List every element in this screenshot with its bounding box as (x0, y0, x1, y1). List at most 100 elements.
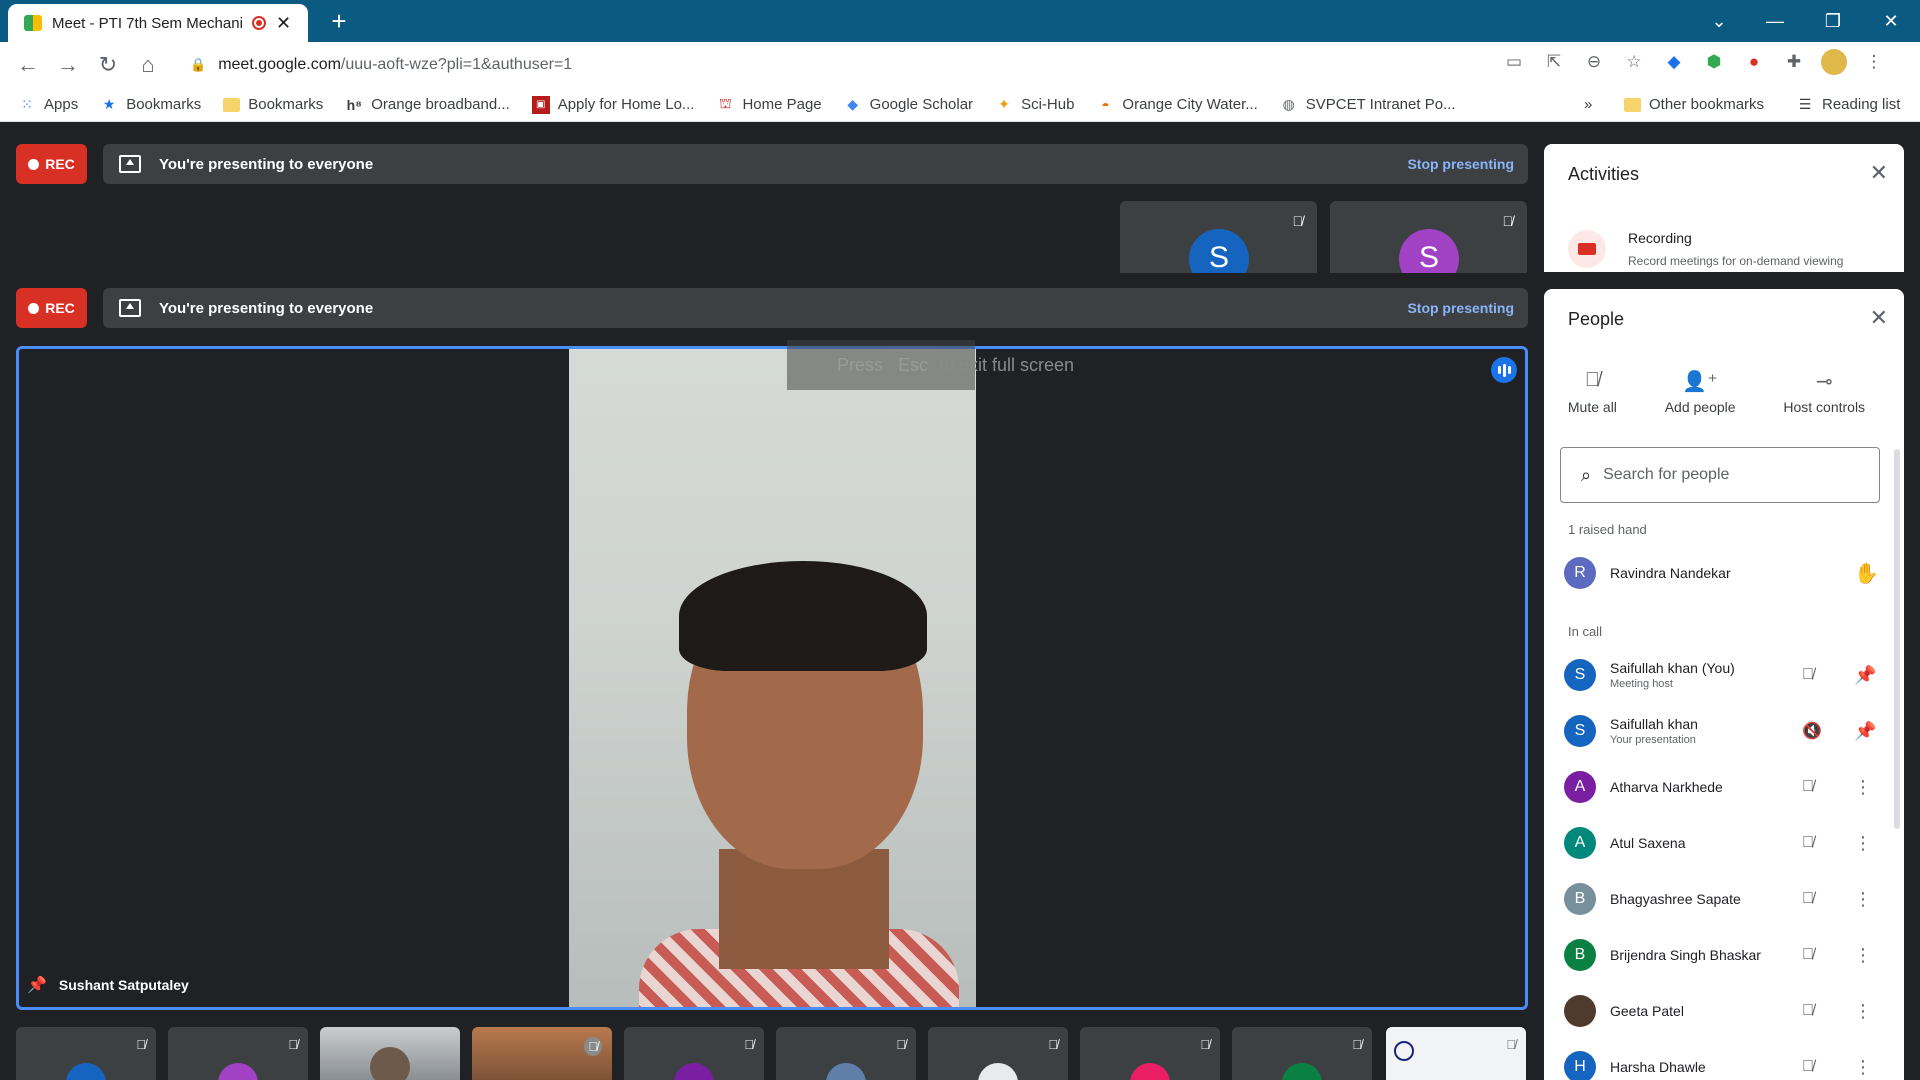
raised-hand-icon[interactable]: ✋ (1854, 561, 1879, 586)
zoom-icon[interactable]: ⊖ (1580, 48, 1608, 76)
extension-shield-icon[interactable]: ⬢ (1700, 48, 1728, 76)
mic-off-icon[interactable]: 🎙̸ (1802, 666, 1814, 684)
speaker-name: Sushant Satputaley (58, 977, 189, 993)
address-bar[interactable]: 🔒 meet.google.com/uuu-aoft-wze?pli=1&aut… (176, 47, 1466, 83)
participant-row[interactable]: H Harsha Dhawle 🎙̸ ⋮ (1564, 1044, 1884, 1080)
bookmark-apps[interactable]: ⁙ Apps (18, 96, 78, 114)
mic-off-icon: 🎙̸ (1292, 213, 1304, 229)
pin-icon[interactable]: 📌 (1854, 721, 1876, 742)
tab-close-icon[interactable]: ✕ (276, 13, 291, 34)
minimize-button[interactable]: — (1748, 0, 1802, 42)
participant-name: Saifullah khan (1610, 716, 1698, 732)
avatar (978, 1063, 1018, 1080)
more-options-icon[interactable]: ⋮ (1854, 777, 1872, 798)
add-people-button[interactable]: 👤⁺ Add people (1665, 369, 1736, 415)
bookmark-star-bookmarks[interactable]: ★ Bookmarks (100, 96, 201, 114)
participant-tile[interactable]: 🎙̸ (776, 1027, 916, 1080)
recording-indicator-icon (252, 16, 266, 30)
pin-icon[interactable]: 📌 (27, 975, 47, 995)
extensions-puzzle-icon[interactable]: ✚ (1780, 48, 1808, 76)
host-controls-button[interactable]: ⊸ Host controls (1783, 369, 1865, 415)
bookmark-google-scholar[interactable]: ◆ Google Scholar (844, 96, 973, 114)
mic-off-icon[interactable]: 🎙̸ (1802, 834, 1814, 852)
volume-off-icon[interactable]: 🔇 (1802, 721, 1822, 741)
home-icon[interactable]: ⌂ (128, 45, 168, 85)
more-options-icon[interactable]: ⋮ (1854, 945, 1872, 966)
participant-row[interactable]: A Atharva Narkhede 🎙̸ ⋮ (1564, 764, 1884, 810)
search-input[interactable]: ⌕ Search for people (1560, 447, 1880, 503)
open-external-icon[interactable]: ⇱ (1540, 48, 1568, 76)
participant-tile[interactable]: 🎙̸ (16, 1027, 156, 1080)
participant-row[interactable]: Geeta Patel 🎙̸ ⋮ (1564, 988, 1884, 1034)
forward-icon[interactable]: → (48, 45, 88, 85)
toolbar: ← → ↻ ⌂ 🔒 meet.google.com/uuu-aoft-wze?p… (0, 42, 1920, 88)
recording-activity[interactable]: Recording Record meetings for on-demand … (1568, 230, 1843, 268)
presenting-banner: You're presenting to everyone Stop prese… (103, 144, 1528, 184)
participant-row[interactable]: A Atul Saxena 🎙̸ ⋮ (1564, 820, 1884, 866)
profile-avatar[interactable] (1820, 48, 1848, 76)
participant-tile[interactable]: 🎙̸ (168, 1027, 308, 1080)
avatar: H (1564, 1051, 1596, 1080)
participant-row[interactable]: B Brijendra Singh Bhaskar 🎙̸ ⋮ (1564, 932, 1884, 978)
close-window-button[interactable]: ✕ (1864, 0, 1918, 42)
tab-search-icon[interactable]: ⌄ (1692, 0, 1746, 42)
participant-tile[interactable]: 🎙̸ (1232, 1027, 1372, 1080)
more-options-icon[interactable]: ⋮ (1854, 833, 1872, 854)
bookmark-orange-city-water[interactable]: ◓ Orange City Water... (1096, 96, 1258, 114)
bookmarks-overflow-icon[interactable]: » (1584, 96, 1592, 113)
more-options-icon[interactable]: ⋮ (1854, 1001, 1872, 1022)
participant-row[interactable]: S Saifullah khan Your presentation 🔇 📌 (1564, 708, 1884, 754)
participant-tile[interactable]: 🎙̸ S (1120, 201, 1317, 273)
bookmark-svpcet[interactable]: ◍ SVPCET Intranet Po... (1280, 96, 1456, 114)
people-panel: People ✕ 🎙̸ Mute all 👤⁺ Add people ⊸ Host c… (1544, 289, 1904, 1080)
pin-icon[interactable]: 📌 (1854, 665, 1876, 686)
participant-row[interactable]: S Saifullah khan (You) Meeting host 🎙̸ 📌 (1564, 652, 1884, 698)
other-bookmarks[interactable]: Other bookmarks (1624, 96, 1764, 113)
bookmark-sci-hub[interactable]: ✦ Sci-Hub (995, 96, 1074, 114)
participant-tile[interactable]: 🎙̸ (1080, 1027, 1220, 1080)
mute-all-button[interactable]: 🎙̸ Mute all (1568, 369, 1617, 415)
bookmark-home-page[interactable]: ⛫ Home Page (716, 95, 822, 114)
mic-off-icon[interactable]: 🎙̸ (1802, 890, 1814, 908)
participant-tile[interactable]: 🎙̸ S (1330, 201, 1527, 273)
participant-tile-slide[interactable]: 🎙̸ (1386, 1027, 1526, 1080)
presenting-banner: You're presenting to everyone Stop prese… (103, 288, 1528, 328)
extension-blue-icon[interactable]: ◆ (1660, 48, 1688, 76)
back-icon[interactable]: ← (8, 45, 48, 85)
mic-off-icon[interactable]: 🎙̸ (1802, 946, 1814, 964)
bookmark-star-icon[interactable]: ☆ (1620, 48, 1648, 76)
bookmark-folder-bookmarks[interactable]: Bookmarks (223, 96, 323, 113)
restore-button[interactable]: ❐ (1806, 0, 1860, 42)
mic-off-icon[interactable]: 🎙̸ (1802, 778, 1814, 796)
main-video-tile[interactable]: 📌 Sushant Satputaley (16, 346, 1528, 1010)
stop-presenting-button[interactable]: Stop presenting (1407, 300, 1514, 316)
more-options-icon[interactable]: ⋮ (1854, 1057, 1872, 1078)
mic-off-icon[interactable]: 🎙̸ (1802, 1002, 1814, 1020)
participant-tile[interactable]: 🎙̸ (928, 1027, 1068, 1080)
mic-off-icon[interactable]: 🎙̸ (1802, 1058, 1814, 1076)
close-icon[interactable]: ✕ (1870, 305, 1888, 331)
extension-icons: ▭ ⇱ ⊖ ☆ ◆ ⬢ ● ✚ ⋮ (1500, 48, 1888, 76)
people-scrollbar[interactable] (1894, 449, 1900, 829)
hint-tail: to exit full screen (939, 354, 1075, 375)
more-options-icon[interactable]: ⋮ (1854, 889, 1872, 910)
extension-red-icon[interactable]: ● (1740, 48, 1768, 76)
raised-hand-row[interactable]: R Ravindra Nandekar ✋ (1564, 550, 1884, 596)
bank-icon: ▣ (531, 95, 550, 114)
participant-row[interactable]: B Bhagyashree Sapate 🎙̸ ⋮ (1564, 876, 1884, 922)
new-tab-button[interactable]: + (325, 8, 353, 36)
camera-icon[interactable]: ▭ (1500, 48, 1528, 76)
participant-tile-video[interactable] (320, 1027, 460, 1080)
menu-kebab-icon[interactable]: ⋮ (1860, 48, 1888, 76)
participant-tile[interactable]: 🎙̸ (624, 1027, 764, 1080)
present-screen-icon (119, 155, 141, 173)
close-icon[interactable]: ✕ (1870, 160, 1888, 186)
tab-meet[interactable]: Meet - PTI 7th Sem Mechani ✕ (8, 4, 308, 42)
reload-icon[interactable]: ↻ (88, 45, 128, 85)
bookmark-home-loan[interactable]: ▣ Apply for Home Lo... (531, 95, 694, 114)
stop-presenting-button[interactable]: Stop presenting (1407, 156, 1514, 172)
participant-name: Saifullah khan (You) (1610, 660, 1735, 676)
reading-list[interactable]: ☰ Reading list (1796, 96, 1901, 114)
bookmark-orange-broadband[interactable]: h⁸ Orange broadband... (345, 96, 510, 114)
participant-tile-video[interactable]: 🎙̸ (472, 1027, 612, 1080)
